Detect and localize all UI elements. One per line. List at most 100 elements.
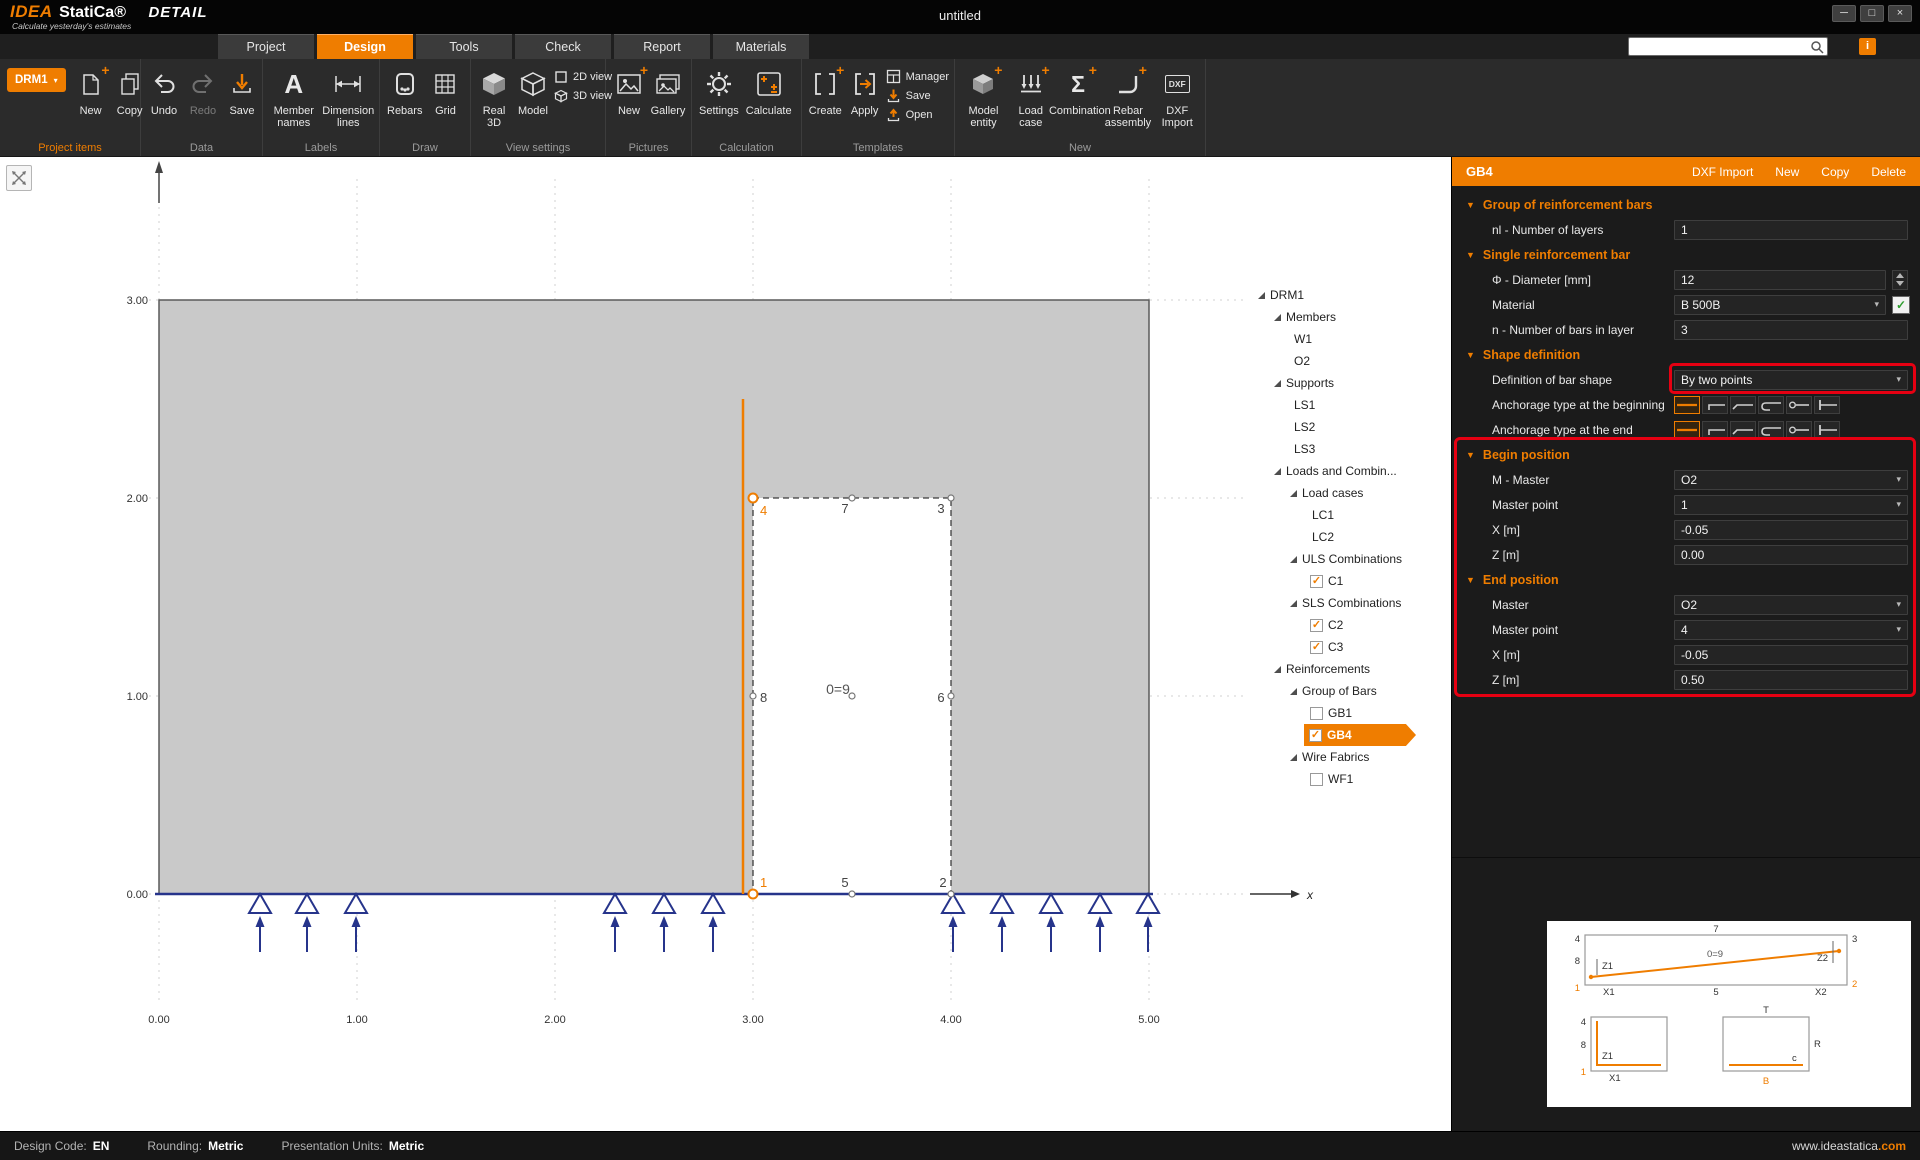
- tree-expander-icon[interactable]: [1290, 754, 1297, 761]
- section-group-of-reinforcement-bars[interactable]: ▼Group of reinforcement bars: [1452, 192, 1920, 217]
- bars-in-layer-input[interactable]: 3: [1674, 320, 1908, 340]
- material-select[interactable]: B 500B▾: [1674, 295, 1886, 315]
- tree-item-sls-combinations[interactable]: SLS Combinations: [1290, 592, 1401, 614]
- model-canvas-area[interactable]: x: [0, 157, 1451, 1131]
- anchorage-bend-option[interactable]: [1702, 421, 1728, 439]
- minimize-button[interactable]: ─: [1832, 5, 1856, 22]
- tree-item-c2[interactable]: ✓C2: [1310, 614, 1343, 636]
- begin-master-select[interactable]: O2▾: [1674, 470, 1908, 490]
- checkbox-checked-icon[interactable]: ✓: [1310, 575, 1323, 588]
- drm1-dropdown[interactable]: DRM1 ▾: [7, 68, 66, 92]
- save-button[interactable]: Save: [224, 64, 260, 118]
- anchorage-hook-option[interactable]: [1730, 421, 1756, 439]
- tree-item-wf1[interactable]: WF1: [1310, 768, 1353, 790]
- tree-item-loads[interactable]: Loads and Combin...: [1274, 460, 1397, 482]
- tree-item-supports[interactable]: Supports: [1274, 372, 1334, 394]
- tree-item-load-cases[interactable]: Load cases: [1290, 482, 1363, 504]
- section-end-position[interactable]: ▼End position: [1452, 567, 1920, 592]
- delete-bar-group-button[interactable]: Delete: [1871, 165, 1906, 179]
- tree-item-o2[interactable]: O2: [1294, 350, 1310, 372]
- dxf-import-panel-button[interactable]: DXF Import: [1692, 165, 1753, 179]
- pan-zoom-icon[interactable]: [6, 165, 32, 191]
- end-master-point-select[interactable]: 4▾: [1674, 620, 1908, 640]
- tree-expander-icon[interactable]: [1274, 666, 1281, 673]
- checkbox-checked-icon[interactable]: ✓: [1310, 619, 1323, 632]
- tree-expander-icon[interactable]: [1274, 380, 1281, 387]
- redo-button[interactable]: Redo: [185, 64, 221, 118]
- tree-expander-icon[interactable]: [1274, 314, 1281, 321]
- anchorage-loop-option[interactable]: [1786, 396, 1812, 414]
- tree-item-gb1[interactable]: GB1: [1310, 702, 1352, 724]
- tree-item-group-of-bars[interactable]: Group of Bars: [1290, 680, 1377, 702]
- new-combination-button[interactable]: Σ+ Combination: [1055, 64, 1102, 118]
- end-master-select[interactable]: O2▾: [1674, 595, 1908, 615]
- dimension-lines-button[interactable]: Dimension lines: [323, 64, 375, 131]
- new-load-case-button[interactable]: + Load case: [1010, 64, 1052, 131]
- diameter-input[interactable]: 12: [1674, 270, 1886, 290]
- tree-item-lc2[interactable]: LC2: [1312, 526, 1334, 548]
- gallery-button[interactable]: Gallery: [650, 64, 686, 118]
- begin-z-input[interactable]: 0.00: [1674, 545, 1908, 565]
- checkbox-checked-icon[interactable]: ✓: [1309, 729, 1322, 742]
- tree-item-uls-combinations[interactable]: ULS Combinations: [1290, 548, 1402, 570]
- tree-item-ls1[interactable]: LS1: [1294, 394, 1315, 416]
- end-z-input[interactable]: 0.50: [1674, 670, 1908, 690]
- new-model-entity-button[interactable]: + Model entity: [960, 64, 1007, 131]
- close-button[interactable]: ×: [1888, 5, 1912, 22]
- template-manager-button[interactable]: Manager: [886, 68, 949, 85]
- section-begin-position[interactable]: ▼Begin position: [1452, 442, 1920, 467]
- tree-item-drm1[interactable]: DRM1: [1258, 284, 1304, 306]
- anchorage-loop-option[interactable]: [1786, 421, 1812, 439]
- anchorage-bend-option[interactable]: [1702, 396, 1728, 414]
- tree-item-members[interactable]: Members: [1274, 306, 1336, 328]
- anchorage-plate-option[interactable]: [1814, 396, 1840, 414]
- tree-expander-icon[interactable]: [1290, 600, 1297, 607]
- tab-check[interactable]: Check: [515, 34, 611, 59]
- tree-expander-icon[interactable]: [1274, 468, 1281, 475]
- anchorage-hook-option[interactable]: [1730, 396, 1756, 414]
- tree-item-ls3[interactable]: LS3: [1294, 438, 1315, 460]
- rebars-button[interactable]: Rebars: [385, 64, 424, 118]
- create-template-button[interactable]: + Create: [807, 64, 844, 118]
- supports[interactable]: [249, 894, 1159, 952]
- new-project-item-button[interactable]: + New: [73, 64, 109, 118]
- bar-shape-select[interactable]: By two points▾: [1674, 370, 1908, 390]
- real-3d-button[interactable]: Real 3D: [476, 64, 512, 131]
- anchorage-straight-option[interactable]: [1674, 396, 1700, 414]
- begin-x-input[interactable]: -0.05: [1674, 520, 1908, 540]
- new-picture-button[interactable]: + New: [611, 64, 647, 118]
- begin-master-point-select[interactable]: 1▾: [1674, 495, 1908, 515]
- website-link[interactable]: www.ideastatica.com: [1792, 1139, 1906, 1153]
- tab-tools[interactable]: Tools: [416, 34, 512, 59]
- checkbox-empty-icon[interactable]: [1310, 707, 1323, 720]
- 2d-view-button[interactable]: 2D view: [554, 68, 612, 85]
- checkbox-checked-icon[interactable]: ✓: [1310, 641, 1323, 654]
- section-single-reinforcement-bar[interactable]: ▼Single reinforcement bar: [1452, 242, 1920, 267]
- tab-report[interactable]: Report: [614, 34, 710, 59]
- tree-expander-icon[interactable]: [1290, 556, 1297, 563]
- tab-design[interactable]: Design: [317, 34, 413, 59]
- undo-button[interactable]: Undo: [146, 64, 182, 118]
- checkbox-empty-icon[interactable]: [1310, 773, 1323, 786]
- tree-expander-icon[interactable]: [1290, 688, 1297, 695]
- tree-item-w1[interactable]: W1: [1294, 328, 1312, 350]
- tree-item-ls2[interactable]: LS2: [1294, 416, 1315, 438]
- tab-project[interactable]: Project: [218, 34, 314, 59]
- tree-expander-icon[interactable]: [1258, 292, 1265, 299]
- tree-item-gb4-selected[interactable]: ✓GB4: [1304, 724, 1416, 746]
- anchorage-uhook-option[interactable]: [1758, 396, 1784, 414]
- structure-drawing[interactable]: x: [0, 157, 1451, 1131]
- copy-bar-group-button[interactable]: Copy: [1821, 165, 1849, 179]
- end-x-input[interactable]: -0.05: [1674, 645, 1908, 665]
- section-shape-definition[interactable]: ▼Shape definition: [1452, 342, 1920, 367]
- material-edit-button[interactable]: ✓: [1892, 296, 1910, 314]
- model-view-button[interactable]: Model: [515, 64, 551, 118]
- maximize-button[interactable]: □: [1860, 5, 1884, 22]
- search-icon[interactable]: [1809, 39, 1825, 55]
- tree-item-lc1[interactable]: LC1: [1312, 504, 1334, 526]
- grid-button[interactable]: Grid: [427, 64, 463, 118]
- settings-button[interactable]: Settings: [697, 64, 741, 118]
- quick-help-button[interactable]: i: [1859, 38, 1876, 55]
- calculate-button[interactable]: Calculate: [744, 64, 794, 118]
- apply-template-button[interactable]: Apply: [847, 64, 883, 118]
